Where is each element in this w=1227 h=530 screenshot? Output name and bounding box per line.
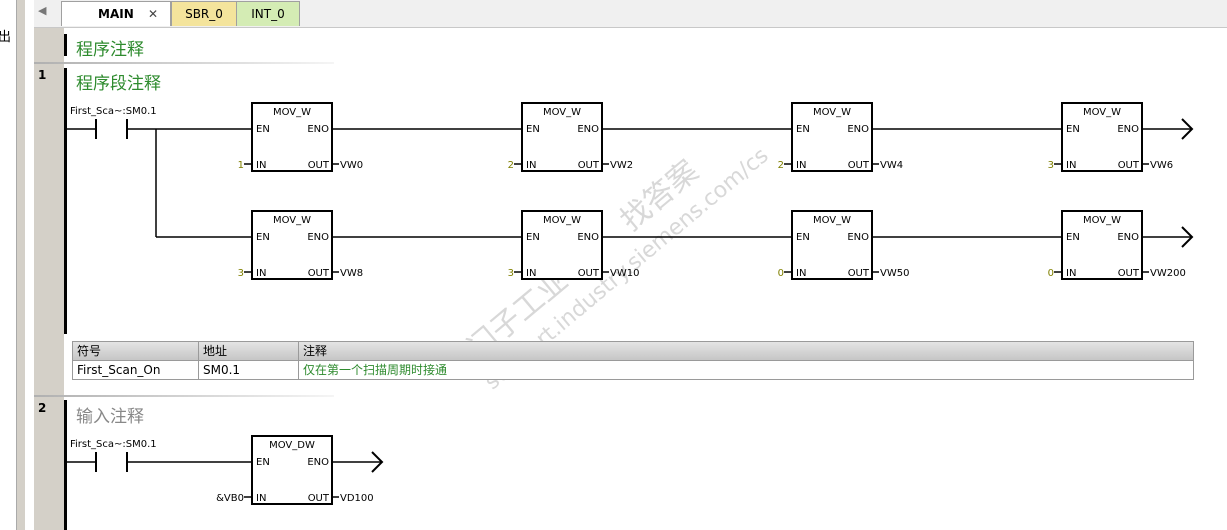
symbol-table-header: 符号 地址 注释: [73, 342, 1193, 361]
address-cell: SM0.1: [199, 361, 299, 379]
box-in-value[interactable]: 1: [238, 160, 244, 171]
symbol-table: 符号 地址 注释 First_Scan_On SM0.1 仅在第一个扫描周期时接…: [72, 341, 1194, 380]
box-out-label: OUT: [308, 268, 330, 279]
box-eno-label: ENO: [307, 232, 329, 243]
box-in-value[interactable]: 0: [778, 268, 784, 279]
mov-w-box[interactable]: MOV_W EN ENO IN OUT: [251, 210, 333, 280]
box-out-value[interactable]: VW8: [340, 268, 363, 279]
box-title: MOV_W: [1083, 215, 1121, 226]
box-out-value[interactable]: VW6: [1150, 160, 1173, 171]
box-out-label: OUT: [848, 268, 870, 279]
box-title: MOV_W: [543, 215, 581, 226]
box-title: MOV_W: [543, 107, 581, 118]
box-out-value[interactable]: VW2: [610, 160, 633, 171]
ladder-diagram: 西门子工业 找答案 support.industry.siemens.com/c…: [67, 102, 1194, 505]
box-en-label: EN: [796, 124, 810, 135]
box-in-value[interactable]: 3: [238, 268, 244, 279]
box-in-value[interactable]: 0: [1048, 268, 1054, 279]
symbol-table-col-address: 地址: [199, 342, 299, 360]
box-title: MOV_W: [813, 107, 851, 118]
box-title: MOV_W: [1083, 107, 1121, 118]
box-out-label: OUT: [308, 493, 330, 504]
box-in-label: IN: [256, 493, 266, 504]
box-in-label: IN: [1066, 160, 1076, 171]
box-in-label: IN: [256, 160, 266, 171]
comment-cell: 仅在第一个扫描周期时接通: [303, 363, 448, 377]
box-title: MOV_W: [273, 107, 311, 118]
mov-w-box[interactable]: MOV_W EN ENO IN OUT: [251, 102, 333, 172]
box-out-value[interactable]: VW200: [1150, 268, 1186, 279]
box-en-label: EN: [256, 457, 270, 468]
box-in-label: IN: [526, 160, 536, 171]
box-en-label: EN: [256, 232, 270, 243]
box-en-label: EN: [1066, 124, 1080, 135]
box-title: MOV_W: [813, 215, 851, 226]
box-eno-label: ENO: [307, 124, 329, 135]
box-out-value[interactable]: VD100: [340, 493, 374, 504]
box-eno-label: ENO: [577, 232, 599, 243]
box-out-label: OUT: [1118, 268, 1140, 279]
box-in-label: IN: [1066, 268, 1076, 279]
box-eno-label: ENO: [577, 124, 599, 135]
box-in-value[interactable]: 3: [508, 268, 514, 279]
box-eno-label: ENO: [307, 457, 329, 468]
box-in-value[interactable]: 2: [778, 160, 784, 171]
box-in-value[interactable]: 3: [1048, 160, 1054, 171]
box-in-label: IN: [796, 268, 806, 279]
box-eno-label: ENO: [1117, 124, 1139, 135]
symbol-cell: First_Scan_On: [73, 361, 199, 379]
box-eno-label: ENO: [847, 232, 869, 243]
mov-w-box[interactable]: MOV_W EN ENO IN OUT: [1061, 102, 1143, 172]
box-out-label: OUT: [578, 268, 600, 279]
box-en-label: EN: [1066, 232, 1080, 243]
mov-w-box[interactable]: MOV_W EN ENO IN OUT: [1061, 210, 1143, 280]
box-out-label: OUT: [848, 160, 870, 171]
box-in-value[interactable]: &VB0: [216, 493, 244, 504]
contact-label[interactable]: First_Sca~:SM0.1: [70, 439, 157, 450]
box-out-label: OUT: [308, 160, 330, 171]
box-out-label: OUT: [578, 160, 600, 171]
box-out-label: OUT: [1118, 160, 1140, 171]
box-in-value[interactable]: 2: [508, 160, 514, 171]
mov-w-box[interactable]: MOV_W EN ENO IN OUT: [791, 102, 873, 172]
box-en-label: EN: [526, 124, 540, 135]
mov-w-box[interactable]: MOV_W EN ENO IN OUT: [521, 102, 603, 172]
box-out-value[interactable]: VW50: [880, 268, 909, 279]
box-title: MOV_DW: [269, 440, 315, 451]
mov-w-box[interactable]: MOV_W EN ENO IN OUT: [791, 210, 873, 280]
box-eno-label: ENO: [1117, 232, 1139, 243]
mov-dw-box[interactable]: MOV_DW EN ENO IN OUT: [251, 435, 333, 505]
box-en-label: EN: [256, 124, 270, 135]
mov-w-box[interactable]: MOV_W EN ENO IN OUT: [521, 210, 603, 280]
box-in-label: IN: [256, 268, 266, 279]
symbol-table-col-symbol: 符号: [73, 342, 199, 360]
box-title: MOV_W: [273, 215, 311, 226]
box-in-label: IN: [796, 160, 806, 171]
box-out-value[interactable]: VW10: [610, 268, 639, 279]
box-in-label: IN: [526, 268, 536, 279]
symbol-table-col-comment: 注释: [303, 344, 328, 358]
box-en-label: EN: [796, 232, 810, 243]
box-out-value[interactable]: VW4: [880, 160, 903, 171]
contact-label[interactable]: First_Sca~:SM0.1: [70, 106, 157, 117]
box-en-label: EN: [526, 232, 540, 243]
box-out-value[interactable]: VW0: [340, 160, 363, 171]
box-eno-label: ENO: [847, 124, 869, 135]
table-row[interactable]: First_Scan_On SM0.1 仅在第一个扫描周期时接通: [73, 361, 1193, 379]
